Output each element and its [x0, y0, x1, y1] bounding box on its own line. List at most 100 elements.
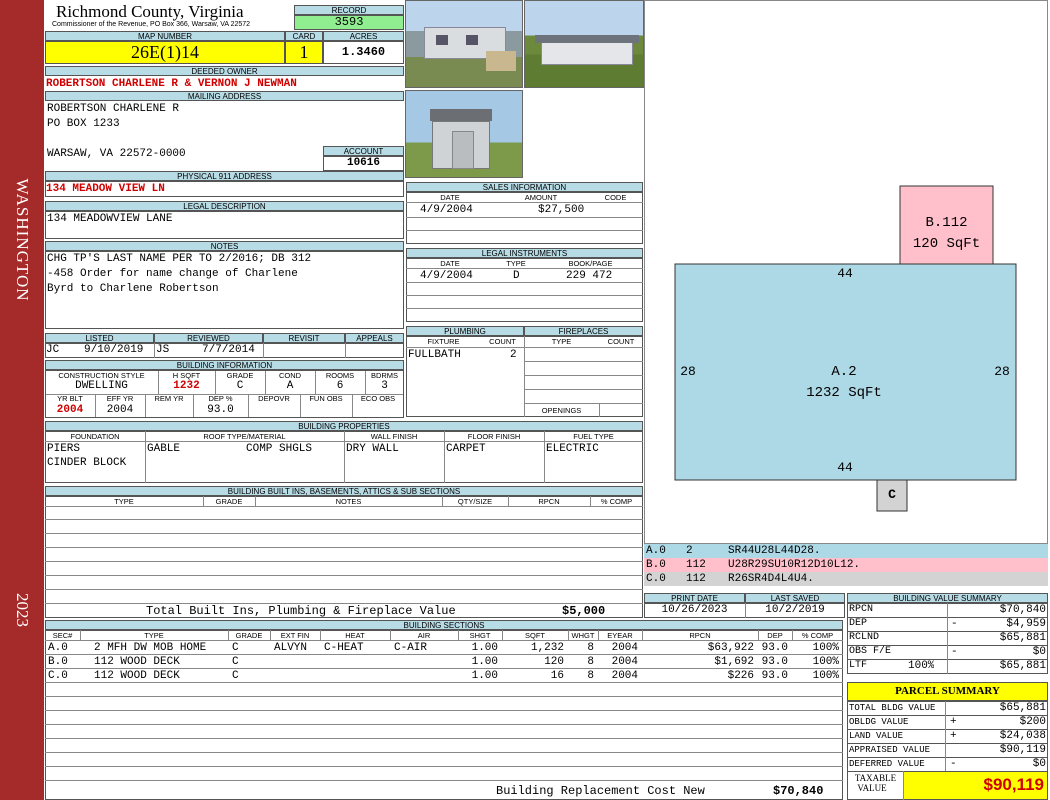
mailing-line3: WARSAW, VA 22572-0000 [47, 148, 186, 160]
ps-sign-1: + [950, 716, 957, 728]
bi-col-notes: NOTES [335, 497, 362, 506]
appeals-label: APPEALS [345, 333, 404, 343]
bi-col-type: TYPE [114, 497, 134, 506]
reviewed-date: 7/7/2014 [202, 344, 255, 356]
sec-cell-1-2: C [232, 656, 239, 668]
ps-value-3: $90,119 [999, 744, 1046, 756]
legal-description: 134 MEADOWVIEW LANE [47, 213, 173, 225]
ps-label-3: APPRAISED VALUE [849, 745, 931, 755]
taxable-label-1: TAXABLE [854, 774, 897, 783]
sec-cell-0-4: C-HEAT [324, 642, 364, 654]
record-number: 3593 [294, 15, 404, 30]
li-date: 4/9/2004 [420, 270, 473, 282]
sales-col-date: DATE [440, 193, 460, 202]
sec-cell-1-11: 93.0 [761, 656, 788, 668]
sec-cell-2-9: 2004 [611, 670, 638, 682]
vs-value-3: $0 [1032, 646, 1046, 658]
wall-finish: DRY WALL [346, 443, 399, 455]
builtins-total-label: Total Built Ins, Plumbing & Fireplace Va… [146, 604, 456, 618]
sec-col-3: EXT FIN [280, 631, 310, 640]
ps-sign-4: - [950, 758, 957, 770]
listed-by: JC [46, 344, 60, 356]
shed-photo [405, 90, 523, 178]
sec-cell-0-3: ALVYN [274, 642, 308, 654]
print-date: 10/26/2023 [661, 604, 728, 616]
legal-instruments-label: LEGAL INSTRUMENTS [406, 248, 643, 258]
sec-cell-1-6: 1.00 [471, 656, 498, 668]
notes-line3: Byrd to Charlene Robertson [47, 283, 219, 295]
sec-cell-0-11: 93.0 [761, 642, 788, 654]
sec-cell-0-2: C [232, 642, 239, 654]
acres-value: 1.3460 [323, 41, 404, 64]
vs-value-4: $65,881 [999, 660, 1046, 672]
sec-cell-2-1: 112 WOOD DECK [94, 670, 180, 682]
ps-value-2: $24,038 [999, 730, 1046, 742]
ps-label-2: LAND VALUE [849, 731, 904, 741]
building-info-label: BUILDING INFORMATION [45, 360, 404, 370]
sec-col-9: EYEAR [607, 631, 633, 640]
li-type: D [513, 270, 520, 282]
foundation-2: CINDER BLOCK [47, 457, 127, 469]
sec-cell-2-6: 1.00 [471, 670, 498, 682]
reviewed-label: REVIEWED [154, 333, 263, 343]
listed-date: 9/10/2019 [84, 344, 144, 356]
county-subtitle: Commissioner of the Revenue, PO Box 366,… [52, 21, 251, 28]
notes-label: NOTES [45, 241, 404, 251]
reviewed-by: JS [156, 344, 170, 356]
building-properties-label: BUILDING PROPERTIES [45, 421, 643, 431]
legal-description-label: LEGAL DESCRIPTION [45, 201, 404, 211]
value-summary-label: BUILDING VALUE SUMMARY [847, 593, 1048, 603]
record-label: RECORD [294, 5, 404, 15]
sketch-top-dim: 44 [837, 267, 853, 281]
sales-col-code: CODE [604, 193, 627, 202]
vs-value-0: $70,840 [999, 604, 1046, 616]
ps-label-1: OBLDG VALUE [849, 717, 909, 727]
sec-cell-0-8: 8 [587, 642, 594, 654]
fuel-type: ELECTRIC [546, 443, 599, 455]
sketch-right-dim: 28 [994, 365, 1010, 379]
sec-col-11: DEP [767, 631, 783, 640]
sketch-deck-id: B.112 [925, 216, 968, 230]
print-date-label: PRINT DATE [644, 593, 745, 603]
sec-col-12: % COMP [801, 631, 834, 640]
sec-cell-1-9: 2004 [611, 656, 638, 668]
ps-label-0: TOTAL BLDG VALUE [849, 703, 936, 713]
mailing-address-label: MAILING ADDRESS [45, 91, 404, 101]
sec-cell-1-10: $1,692 [714, 656, 754, 668]
acres-label: ACRES [323, 31, 404, 41]
sec-col-5: AIR [417, 631, 431, 640]
sec-cell-2-2: C [232, 670, 239, 682]
plumbing-col-count: COUNT [489, 337, 516, 346]
house-photo-front [405, 0, 523, 88]
mailing-line2: PO BOX 1233 [47, 118, 120, 130]
bi-col-rpcn: RPCN [538, 497, 560, 506]
legend-b-code: B.0 [646, 559, 666, 571]
sec-col-6: SHGT [469, 631, 491, 640]
prop-col-floor: FLOOR FINISH [467, 432, 521, 441]
li-col-type: TYPE [506, 259, 526, 268]
sec-col-2: GRADE [235, 631, 263, 640]
plumbing-count: 2 [510, 349, 517, 361]
sec-cell-0-1: 2 MFH DW MOB HOME [94, 642, 207, 654]
bi-col-grade: GRADE [215, 497, 243, 506]
card-number: 1 [285, 41, 323, 64]
sales-info-label: SALES INFORMATION [406, 182, 643, 192]
vs-label-1: DEP [849, 618, 868, 629]
tax-year: 2023 [13, 593, 32, 627]
sketch-main-id: A.2 [831, 365, 857, 379]
legend-c-num: 112 [686, 573, 706, 585]
sec-cell-2-8: 8 [587, 670, 594, 682]
legend-row-a [644, 544, 1048, 558]
roof-type: GABLE [147, 443, 181, 455]
roof-material: COMP SHGLS [246, 443, 313, 455]
ps-sign-2: + [950, 730, 957, 742]
sketch-left-dim: 28 [680, 365, 696, 379]
vs-sign-4: 100% [908, 660, 935, 672]
sec-cell-0-7: 1,232 [530, 642, 564, 654]
floor-finish: CARPET [446, 443, 486, 455]
sec-col-4: HEAT [345, 631, 365, 640]
sec-col-10: RPCN [689, 631, 711, 640]
sec-cell-2-7: 16 [550, 670, 564, 682]
sketch-deck-area: 120 SqFt [912, 237, 981, 251]
li-col-bookpage: BOOK/PAGE [568, 259, 613, 268]
